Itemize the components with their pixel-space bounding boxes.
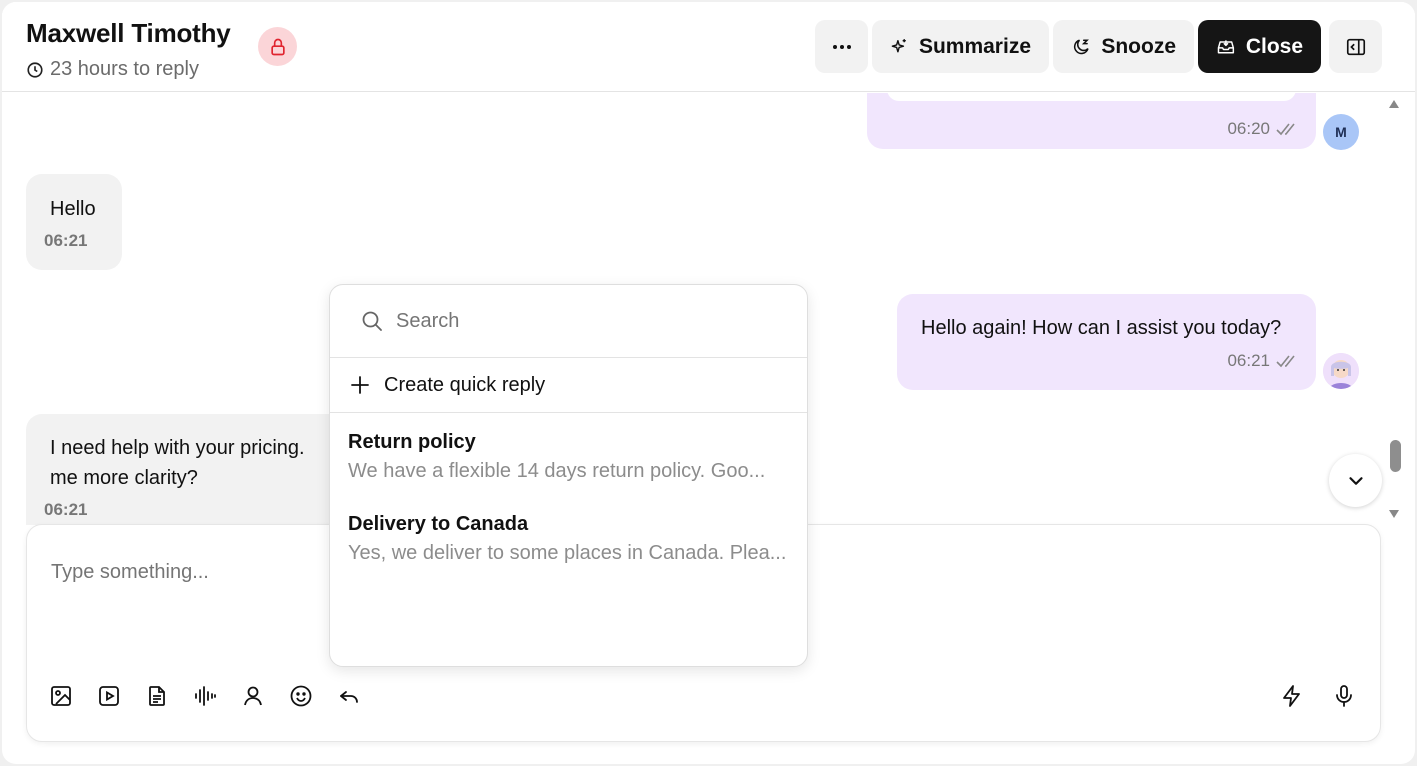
message-time: 06:21 xyxy=(1227,351,1298,371)
sparkle-icon xyxy=(891,38,906,52)
message-text: Hello again! How can I assist you today? xyxy=(921,317,1282,339)
message-time: 06:21 xyxy=(44,500,88,519)
clock-icon xyxy=(27,61,43,78)
message-text: Hello xyxy=(50,198,96,220)
close-button[interactable]: Close xyxy=(1198,20,1321,73)
close-label: Close xyxy=(1245,34,1303,58)
plus-icon xyxy=(351,376,369,394)
more-button[interactable] xyxy=(815,20,868,73)
message-time: 06:20 xyxy=(1227,119,1298,139)
summarize-label: Summarize xyxy=(918,34,1031,58)
scroll-down-arrow[interactable] xyxy=(1387,507,1401,521)
panel-icon xyxy=(1346,38,1365,55)
contact-icon[interactable] xyxy=(241,684,265,708)
quick-reply-body: Yes, we deliver to some places in Canada… xyxy=(348,542,787,564)
search-icon xyxy=(362,311,382,331)
quick-reply-body: We have a flexible 14 days return policy… xyxy=(348,460,766,482)
quick-reply-search-input[interactable] xyxy=(396,309,776,333)
microphone-icon[interactable] xyxy=(1332,684,1356,708)
chevron-down-icon xyxy=(1348,476,1363,485)
read-receipt-icon xyxy=(1276,355,1295,368)
scroll-up-arrow[interactable] xyxy=(1387,97,1401,111)
quoted-message xyxy=(887,93,1296,101)
toggle-panel-button[interactable] xyxy=(1329,20,1382,73)
avatar: M xyxy=(1323,114,1359,150)
video-icon[interactable] xyxy=(97,684,121,708)
agent-avatar xyxy=(1323,353,1359,389)
image-icon[interactable] xyxy=(49,684,73,708)
reply-time-text: 23 hours to reply xyxy=(50,58,199,80)
more-icon xyxy=(832,44,851,49)
conversation-header: Maxwell Timothy 23 hours to reply Summar… xyxy=(2,2,1415,92)
snooze-button[interactable]: Snooze xyxy=(1053,20,1194,73)
scroll-to-bottom-button[interactable] xyxy=(1329,454,1382,507)
create-quick-reply-label: Create quick reply xyxy=(384,373,546,396)
audio-icon[interactable] xyxy=(193,684,217,708)
message-time: 06:21 xyxy=(44,231,88,250)
quick-reply-icon[interactable] xyxy=(1280,684,1304,708)
header-actions: Summarize Snooze Close xyxy=(815,20,1382,73)
snooze-label: Snooze xyxy=(1101,34,1176,58)
moon-icon xyxy=(1073,38,1089,54)
quick-reply-search xyxy=(330,285,807,358)
emoji-icon[interactable] xyxy=(289,684,313,708)
quick-reply-title: Delivery to Canada xyxy=(348,513,529,535)
quick-reply-popup: Create quick reply Return policy We have… xyxy=(329,284,808,667)
conversation-window: Maxwell Timothy 23 hours to reply Summar… xyxy=(2,2,1415,764)
document-icon[interactable] xyxy=(145,684,169,708)
message-text: I need help with your pricing. me more c… xyxy=(50,433,305,493)
message-text-line: me more clarity? xyxy=(50,467,198,489)
read-receipt-icon xyxy=(1276,123,1295,136)
create-quick-reply-button[interactable]: Create quick reply xyxy=(330,358,807,413)
quick-reply-item[interactable]: Delivery to Canada Yes, we deliver to so… xyxy=(330,486,807,568)
reply-icon[interactable] xyxy=(337,684,361,708)
quick-reply-item[interactable]: Return policy We have a flexible 14 days… xyxy=(330,413,807,486)
contact-name: Maxwell Timothy xyxy=(26,18,231,48)
lock-icon[interactable] xyxy=(258,27,297,66)
summarize-button[interactable]: Summarize xyxy=(872,20,1049,73)
message-bubble-incoming: I need help with your pricing. me more c… xyxy=(26,414,346,525)
inbox-icon xyxy=(1217,39,1235,54)
message-bubble-incoming: Hello 06:21 xyxy=(26,174,122,270)
quick-reply-title: Return policy xyxy=(348,431,476,453)
reply-time: 23 hours to reply xyxy=(26,58,199,81)
message-text-line: I need help with your pricing. xyxy=(50,437,305,459)
message-bubble-outgoing: Hello again! How can I assist you today?… xyxy=(897,294,1316,390)
composer-toolbar xyxy=(49,684,361,708)
composer-toolbar-right xyxy=(1280,684,1356,708)
message-bubble-outgoing: 06:20 xyxy=(867,93,1316,149)
scrollbar-thumb[interactable] xyxy=(1390,440,1401,472)
